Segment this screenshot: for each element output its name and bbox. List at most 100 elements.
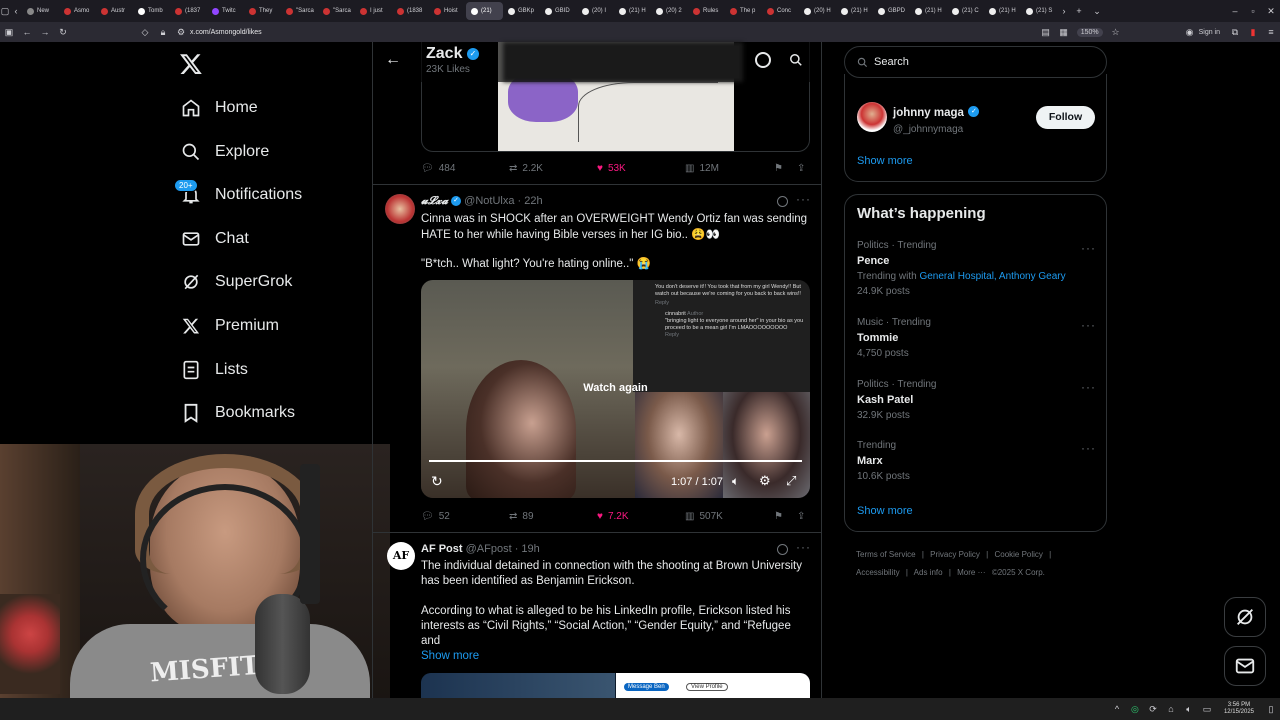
volume-icon[interactable]: 🔈︎: [732, 474, 739, 489]
x-logo[interactable]: [178, 52, 204, 78]
show-more-link[interactable]: Show more: [857, 155, 913, 167]
fullscreen-icon[interactable]: ⤢: [786, 473, 796, 489]
share-icon[interactable]: ⇪: [797, 163, 805, 174]
extensions-icon[interactable]: ⧉: [1226, 27, 1244, 38]
browser-tab[interactable]: GBID: [540, 2, 577, 20]
sidebar-icon[interactable]: ▣: [0, 27, 18, 38]
nav-chat[interactable]: Chat: [180, 224, 249, 254]
sign-in-button[interactable]: Sign in: [1199, 29, 1220, 36]
browser-tab[interactable]: I just: [355, 2, 392, 20]
search-icon[interactable]: [789, 53, 803, 72]
browser-tab[interactable]: Tomb: [133, 2, 170, 20]
like-button[interactable]: ♥ 53K: [597, 163, 626, 174]
view-profile-button[interactable]: View Profile: [686, 683, 728, 691]
nav-lists[interactable]: Lists: [180, 355, 248, 385]
browser-tab[interactable]: (21) S: [1021, 2, 1058, 20]
browser-tab[interactable]: Hoist: [429, 2, 466, 20]
grok-analyze-icon[interactable]: [755, 52, 771, 68]
browser-tab[interactable]: (20) 2: [651, 2, 688, 20]
tweet-handle[interactable]: @NotUlxa · 22h: [464, 195, 542, 207]
like-button[interactable]: ♥ 7.2K: [597, 511, 629, 522]
tweet-author-name[interactable]: AF Post: [421, 543, 463, 555]
nav-supergrok[interactable]: SuperGrok: [180, 267, 292, 297]
nav-explore[interactable]: Explore: [180, 137, 269, 167]
message-button[interactable]: Message Ben: [624, 683, 669, 691]
browser-tab[interactable]: Conc: [762, 2, 799, 20]
battery-icon[interactable]: ▭: [1198, 704, 1216, 715]
grok-icon[interactable]: [777, 196, 788, 207]
browser-tab[interactable]: (20) H: [799, 2, 836, 20]
footer-more[interactable]: More ···: [957, 568, 985, 577]
tweet-handle[interactable]: @AFpost · 19h: [466, 543, 540, 555]
messages-floating-button[interactable]: [1224, 646, 1266, 686]
screenshot-icon[interactable]: ▦: [1055, 27, 1073, 38]
sidebar-toggle-icon[interactable]: ▢: [0, 6, 10, 17]
avatar[interactable]: [385, 194, 415, 224]
url-field[interactable]: x.com/Asmongold/likes: [190, 29, 1037, 36]
footer-privacy[interactable]: Privacy Policy: [930, 550, 980, 559]
follow-name[interactable]: johnny maga: [893, 107, 964, 119]
reader-icon[interactable]: ▤: [1037, 27, 1055, 38]
trend-more-icon[interactable]: ···: [1081, 380, 1096, 394]
trend-item[interactable]: Politics · Trending Kash Patel 32.9K pos…: [857, 379, 1097, 421]
back-arrow-icon[interactable]: ←: [385, 51, 401, 69]
close-window-icon[interactable]: ✕: [1262, 6, 1280, 17]
avatar[interactable]: AF: [387, 542, 415, 570]
trend-item[interactable]: Trending Marx 10.6K posts: [857, 440, 1097, 482]
tray-overflow-icon[interactable]: ^: [1108, 704, 1126, 714]
follow-button[interactable]: Follow: [1036, 106, 1095, 129]
trend-more-icon[interactable]: ···: [1081, 241, 1096, 255]
more-options-icon[interactable]: ···: [796, 540, 811, 554]
reload-icon[interactable]: ↻: [54, 27, 72, 38]
minimize-icon[interactable]: –: [1226, 6, 1244, 16]
browser-tab[interactable]: New: [22, 2, 59, 20]
tab-scroll-left-icon[interactable]: ‹: [10, 6, 22, 16]
tray-sync-icon[interactable]: ⟳: [1144, 704, 1162, 715]
shield-icon[interactable]: ◇: [136, 27, 154, 38]
trend-more-icon[interactable]: ···: [1081, 441, 1096, 455]
views-button[interactable]: ▥ 507K: [685, 511, 723, 522]
video-settings-icon[interactable]: ⚙: [759, 473, 771, 489]
bookmark-icon[interactable]: ⚑: [774, 511, 783, 522]
more-options-icon[interactable]: ···: [796, 192, 811, 206]
footer-accessibility[interactable]: Accessibility: [856, 568, 900, 577]
back-icon[interactable]: ←: [18, 27, 36, 37]
nav-premium[interactable]: Premium: [180, 311, 279, 341]
trend-more-icon[interactable]: ···: [1081, 318, 1096, 332]
bookmark-star-icon[interactable]: ☆: [1107, 27, 1125, 38]
browser-tab[interactable]: The p: [725, 2, 762, 20]
browser-tab[interactable]: GBKp: [503, 2, 540, 20]
retweet-button[interactable]: ⇄ 2.2K: [509, 163, 543, 174]
browser-tab[interactable]: Rules: [688, 2, 725, 20]
trend-item[interactable]: Politics · Trending Pence Trending with …: [857, 240, 1097, 297]
browser-tab[interactable]: GBPD: [873, 2, 910, 20]
browser-tab[interactable]: (21) C: [947, 2, 984, 20]
lock-icon[interactable]: 🔒︎: [154, 27, 172, 38]
reply-button[interactable]: 💬︎ 52: [421, 511, 450, 522]
browser-tab[interactable]: "Sarca: [318, 2, 355, 20]
trend-related-links[interactable]: General Hospital, Anthony Geary: [919, 271, 1065, 282]
watch-again-overlay[interactable]: Watch again: [421, 382, 810, 394]
grok-icon[interactable]: [777, 544, 788, 555]
footer-cookie[interactable]: Cookie Policy: [994, 550, 1042, 559]
grok-floating-button[interactable]: [1224, 597, 1266, 637]
nav-notifications[interactable]: 20+ Notifications: [174, 179, 302, 210]
browser-tab[interactable]: Austr: [96, 2, 133, 20]
nav-bookmarks[interactable]: Bookmarks: [180, 398, 295, 428]
reply-button[interactable]: 💬︎ 484: [421, 163, 455, 174]
network-icon[interactable]: ⌂: [1162, 704, 1180, 714]
tweet-author-name[interactable]: 𝓾𝓛𝔁𝓪: [421, 195, 448, 207]
list-tabs-icon[interactable]: ⌄: [1088, 6, 1106, 17]
browser-tab[interactable]: (21) H: [984, 2, 1021, 20]
tab-scroll-right-icon[interactable]: ›: [1058, 6, 1070, 16]
bookmark-icon[interactable]: ⚑: [774, 163, 783, 174]
tray-app-icon[interactable]: ◎: [1126, 704, 1144, 715]
browser-tab[interactable]: "Sarca: [281, 2, 318, 20]
video-player[interactable]: You don't deserve it!! You took that fro…: [421, 280, 810, 498]
menu-icon[interactable]: ≡: [1262, 27, 1280, 37]
video-progress-bar[interactable]: [429, 460, 802, 462]
clock[interactable]: 3:56 PM 12/15/2025: [1224, 702, 1254, 716]
footer-terms[interactable]: Terms of Service: [856, 550, 916, 559]
notification-center-icon[interactable]: ▯: [1262, 704, 1280, 715]
show-more-link[interactable]: Show more: [857, 505, 913, 517]
